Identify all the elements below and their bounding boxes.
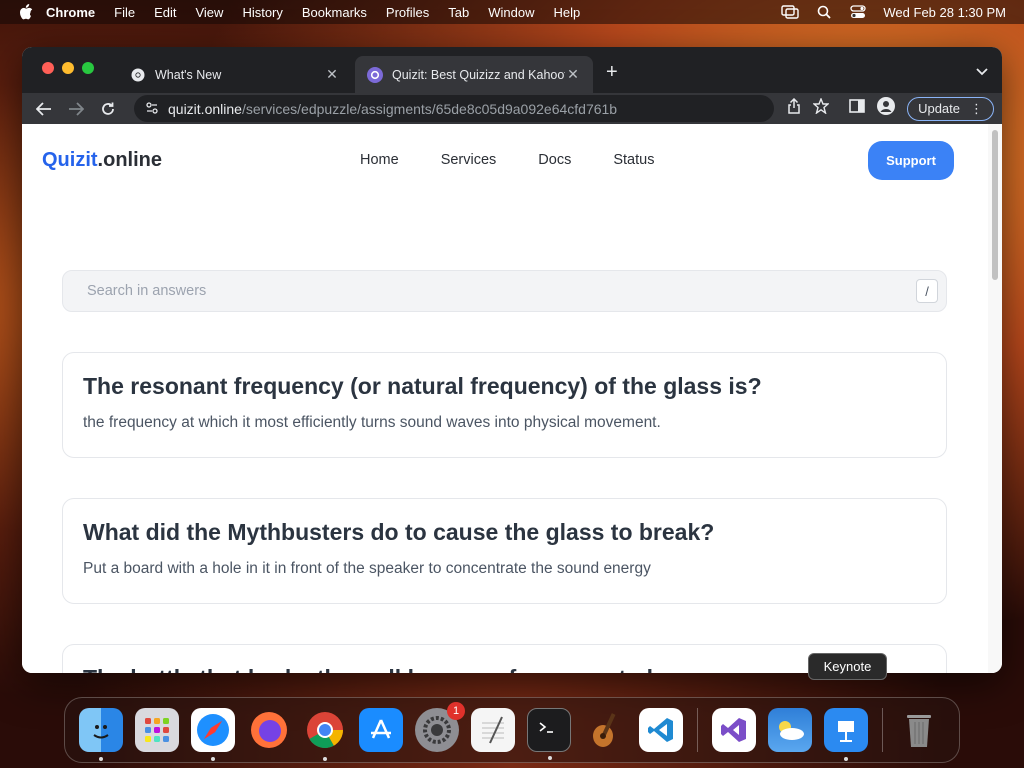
running-indicator [548, 756, 552, 760]
running-indicator [844, 757, 848, 761]
weather-icon[interactable] [768, 708, 812, 752]
chrome-icon[interactable] [303, 708, 347, 761]
site-header: Quizit.online Home Services Docs Status … [22, 124, 988, 196]
site-nav: Home Services Docs Status [360, 152, 654, 168]
firefox-icon[interactable] [247, 708, 291, 752]
menu-edit[interactable]: Edit [154, 5, 176, 20]
answer-text: the frequency at which it most efficient… [83, 414, 661, 431]
page-scrollbar[interactable] [988, 124, 1002, 673]
app-store-icon[interactable] [359, 708, 403, 752]
nav-docs[interactable]: Docs [538, 152, 571, 168]
garageband-icon[interactable] [583, 708, 627, 752]
menu-app-name[interactable]: Chrome [46, 5, 95, 20]
back-arrow-icon[interactable] [30, 95, 58, 123]
scrollbar-thumb[interactable] [992, 130, 998, 280]
close-tab-icon[interactable]: ✕ [565, 66, 581, 83]
tab-whats-new[interactable]: What's New ✕ [118, 56, 352, 93]
support-button[interactable]: Support [868, 140, 954, 180]
profile-avatar-icon[interactable] [877, 97, 896, 120]
tab-search-chevron-icon[interactable] [976, 63, 988, 81]
logo-accent: .online [97, 148, 162, 171]
new-tab-icon[interactable]: + [606, 61, 618, 84]
reload-icon[interactable] [94, 95, 122, 123]
side-panel-icon[interactable] [849, 99, 865, 118]
system-settings-icon[interactable]: 1 [415, 702, 465, 752]
answers-search-input[interactable]: Search in answers / [62, 270, 947, 312]
visual-studio-icon[interactable] [712, 708, 756, 752]
address-bar[interactable]: quizit.online/services/edpuzzle/assigmen… [134, 95, 774, 122]
close-window-button[interactable] [42, 62, 54, 74]
bookmark-star-icon[interactable] [812, 97, 830, 119]
answer-text: Put a board with a hole in it in front o… [83, 560, 651, 577]
control-center-icon[interactable] [849, 5, 867, 19]
url-host: quizit.online [168, 100, 242, 117]
answer-card: The resonant frequency (or natural frequ… [62, 352, 947, 458]
browser-window: What's New ✕ Quizit: Best Quizizz and Ka… [22, 47, 1002, 673]
menu-view[interactable]: View [195, 5, 223, 20]
textedit-icon[interactable] [471, 708, 515, 752]
trash-icon[interactable] [897, 708, 941, 752]
apple-icon[interactable] [18, 4, 34, 20]
dock-separator [882, 708, 883, 752]
nav-home[interactable]: Home [360, 152, 399, 168]
minimize-window-button[interactable] [62, 62, 74, 74]
share-icon[interactable] [787, 97, 801, 119]
quizit-favicon-icon [367, 66, 383, 83]
terminal-icon[interactable] [527, 708, 571, 760]
question-text: The resonant frequency (or natural frequ… [83, 373, 762, 399]
url-path: /services/edpuzzle/assigments/65de8c05d9… [241, 100, 618, 117]
tab-title: Quizit: Best Quizizz and Kahoot [392, 67, 565, 82]
tab-strip: What's New ✕ Quizit: Best Quizizz and Ka… [22, 47, 1002, 93]
close-tab-icon[interactable]: ✕ [324, 66, 340, 83]
question-text: The bottle that broke the wall has a per… [83, 665, 926, 673]
search-shortcut-key: / [916, 279, 938, 303]
logo-main: Quizit [42, 148, 98, 171]
dock-separator [697, 708, 698, 752]
question-text: What did the Mythbusters do to cause the… [83, 519, 715, 545]
menu-file[interactable]: File [114, 5, 135, 20]
macos-dock: 1 [64, 697, 960, 763]
site-logo[interactable]: Quizit.online [42, 149, 162, 172]
browser-toolbar: quizit.online/services/edpuzzle/assigmen… [22, 93, 1002, 124]
macos-menubar: Chrome File Edit View History Bookmarks … [0, 0, 1024, 24]
screen-mirroring-icon[interactable] [781, 5, 800, 19]
nav-services[interactable]: Services [441, 152, 497, 168]
update-chrome-button[interactable]: Update ⋮ [907, 96, 994, 121]
site-info-icon[interactable] [146, 101, 158, 117]
zoom-window-button[interactable] [82, 62, 94, 74]
update-label: Update [918, 101, 960, 116]
keynote-icon[interactable] [824, 708, 868, 761]
search-placeholder: Search in answers [87, 283, 207, 299]
chrome-favicon-icon [130, 67, 146, 83]
vscode-icon[interactable] [639, 708, 683, 752]
forward-arrow-icon[interactable] [62, 95, 90, 123]
more-menu-icon[interactable]: ⋮ [970, 101, 983, 117]
spotlight-search-icon[interactable] [815, 5, 833, 19]
launchpad-icon[interactable] [135, 708, 179, 752]
safari-icon[interactable] [191, 708, 235, 761]
menubar-clock[interactable]: Wed Feb 28 1:30 PM [883, 5, 1006, 20]
menu-tab[interactable]: Tab [448, 5, 469, 20]
menu-help[interactable]: Help [554, 5, 581, 20]
running-indicator [323, 757, 327, 761]
finder-icon[interactable] [79, 708, 123, 761]
tab-title: What's New [155, 67, 222, 82]
nav-status[interactable]: Status [613, 152, 654, 168]
notification-badge: 1 [447, 702, 465, 720]
web-page: Quizit.online Home Services Docs Status … [22, 124, 988, 673]
menu-profiles[interactable]: Profiles [386, 5, 429, 20]
answer-card: What did the Mythbusters do to cause the… [62, 498, 947, 604]
menu-window[interactable]: Window [488, 5, 534, 20]
menu-history[interactable]: History [242, 5, 282, 20]
window-controls [42, 62, 94, 74]
dock-tooltip: Keynote [808, 653, 887, 680]
tab-quizit[interactable]: Quizit: Best Quizizz and Kahoot ✕ [355, 56, 593, 93]
running-indicator [99, 757, 103, 761]
running-indicator [211, 757, 215, 761]
menu-bookmarks[interactable]: Bookmarks [302, 5, 367, 20]
